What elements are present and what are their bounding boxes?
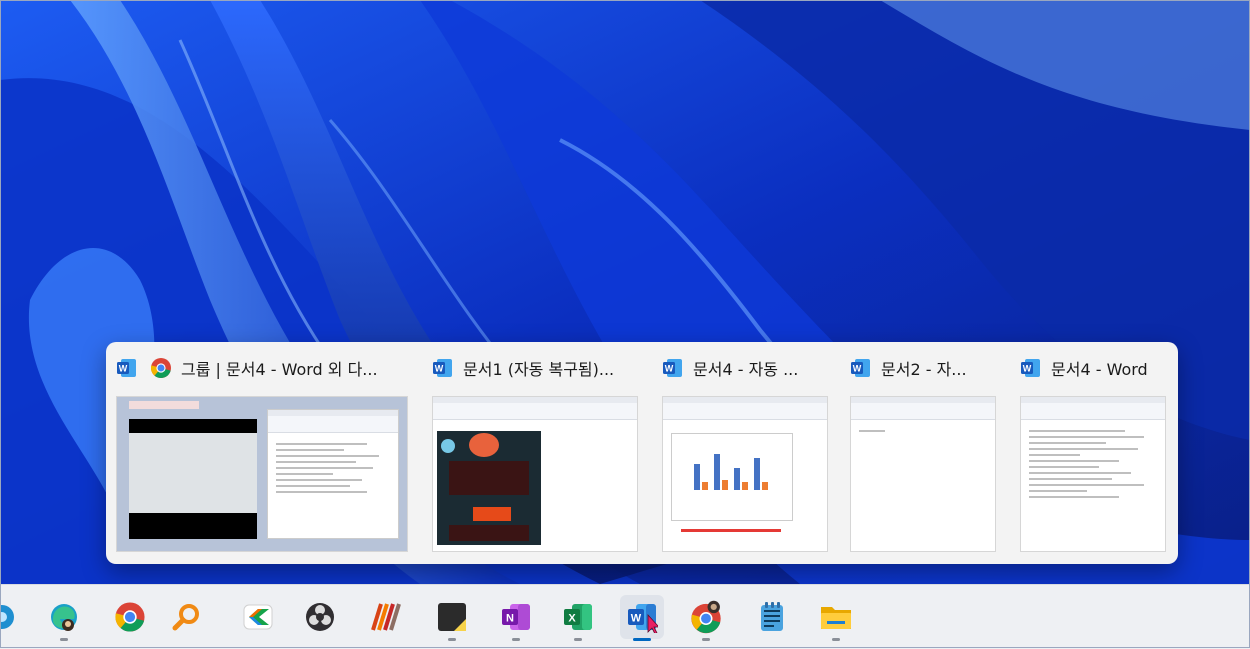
svg-text:W: W (1023, 364, 1032, 374)
preview-card-doc4[interactable]: W 문서4 - Word (1010, 342, 1174, 564)
search-app-button[interactable] (164, 595, 208, 639)
preview-title: 문서1 (자동 복구됨)... (463, 360, 615, 379)
word-icon: W (1021, 359, 1040, 377)
preview-title: 그룹 | 문서4 - Word 외 다... (181, 360, 378, 379)
pen-app-button[interactable] (236, 595, 280, 639)
folder-icon (821, 607, 851, 629)
chrome-icon (115, 602, 145, 632)
running-indicator (574, 638, 582, 641)
chrome-button[interactable] (108, 595, 152, 639)
obs-button[interactable] (298, 595, 342, 639)
active-indicator (633, 638, 651, 641)
preview-thumbnail (1020, 396, 1166, 552)
onenote-icon: N (502, 604, 530, 630)
running-indicator (60, 638, 68, 641)
file-explorer-button[interactable] (814, 595, 858, 641)
preview-title: 문서4 - 자동 ... (693, 360, 799, 379)
onenote-button[interactable]: N (494, 595, 538, 641)
edge-button[interactable] (42, 595, 86, 641)
widgets-icon (0, 605, 14, 629)
notepad-button[interactable] (750, 595, 794, 639)
preview-card-doc1[interactable]: W 문서1 (자동 복구됨)... (422, 342, 644, 564)
sticky-notes-button[interactable] (430, 595, 474, 641)
taskbar-preview-popup: W 그룹 | 문서4 - Word 외 다... W 문서1 (자동 복구됨).… (106, 342, 1178, 564)
word-icon: W (117, 359, 136, 377)
word-icon: W (433, 359, 452, 377)
obs-icon (306, 603, 334, 631)
preview-title: 문서2 - 자... (881, 360, 967, 379)
preview-card-doc2[interactable]: W 문서2 - 자... (840, 342, 1004, 564)
excel-icon: X (564, 604, 592, 630)
svg-text:W: W (119, 364, 128, 374)
stripes-app-icon (371, 603, 401, 631)
svg-text:X: X (568, 613, 576, 625)
running-indicator (512, 638, 520, 641)
svg-text:N: N (506, 613, 514, 625)
preview-card-group[interactable]: W 그룹 | 문서4 - Word 외 다... (106, 342, 416, 564)
word-icon: W (851, 359, 870, 377)
notepad-icon (761, 602, 783, 631)
word-icon: W (628, 604, 658, 633)
svg-text:W: W (435, 364, 444, 374)
edge-icon (51, 604, 77, 631)
chrome-icon (150, 358, 171, 379)
widgets-button[interactable] (0, 595, 24, 639)
word-icon: W (663, 359, 682, 377)
preview-card-doc4-autosave[interactable]: W 문서4 - 자동 ... (652, 342, 838, 564)
svg-text:W: W (665, 364, 674, 374)
preview-thumbnail (116, 396, 408, 552)
pen-app-icon (243, 604, 273, 630)
sticky-notes-icon (438, 603, 466, 631)
excel-button[interactable]: X (556, 595, 600, 641)
running-indicator (448, 638, 456, 641)
chrome-profile-button[interactable] (684, 595, 728, 641)
running-indicator (702, 638, 710, 641)
magnifier-icon (172, 604, 199, 631)
running-indicator (832, 638, 840, 641)
preview-title: 문서4 - Word (1051, 360, 1148, 379)
preview-thumbnail (850, 396, 996, 552)
preview-thumbnail (662, 396, 828, 552)
preview-thumbnail (432, 396, 638, 552)
word-button[interactable]: W (620, 595, 664, 641)
chrome-profile-icon (691, 600, 721, 634)
taskbar: N X W (0, 584, 1250, 649)
stripes-app-button[interactable] (364, 595, 408, 639)
svg-text:W: W (631, 613, 642, 625)
svg-text:W: W (853, 364, 862, 374)
